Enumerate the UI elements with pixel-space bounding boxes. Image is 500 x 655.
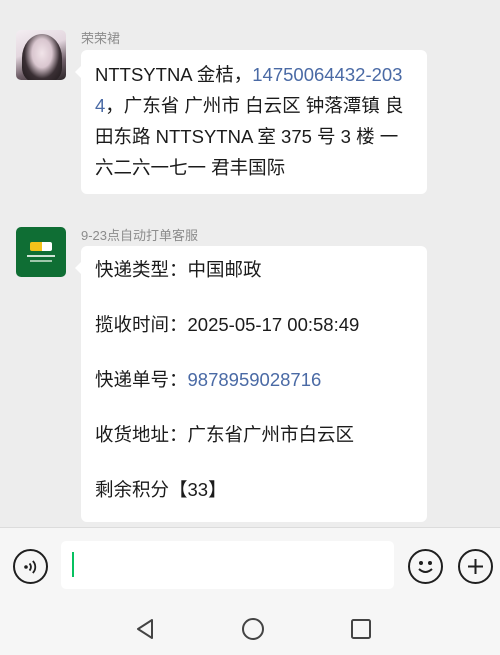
- emoji-icon[interactable]: [408, 549, 443, 584]
- logo-subtext-line: [30, 260, 52, 262]
- delivery-address-label: 收货地址：: [95, 424, 188, 445]
- remaining-points-row: 剩余积分【33】: [95, 479, 227, 500]
- delivery-address-value: 广东省广州市白云区: [187, 424, 355, 445]
- pickup-time-row: 揽收时间：2025-05-17 00:58:49: [95, 309, 415, 364]
- system-navigation-bar: [0, 605, 500, 655]
- message-bubble[interactable]: 快递类型：中国邮政 揽收时间：2025-05-17 00:58:49 快递单号：…: [75, 246, 427, 522]
- message-bubble[interactable]: NTTSYTNA 金桔，14750064432-2034，广东省 广州市 白云区…: [75, 50, 427, 194]
- pickup-time-value: 2025-05-17 00:58:49: [187, 314, 360, 335]
- plus-sign-icon: [468, 559, 483, 574]
- pickup-time-label: 揽收时间：: [95, 314, 188, 335]
- sender-name: 荣荣裙: [81, 31, 121, 46]
- tracking-number-label: 快递单号：: [95, 369, 188, 390]
- china-post-logo-icon: [30, 242, 52, 251]
- message-input[interactable]: [61, 541, 394, 589]
- avatar-portrait: [22, 34, 62, 80]
- tracking-number-row: 快递单号：9878959028716: [95, 364, 415, 419]
- china-post-logo-avatar[interactable]: [16, 227, 66, 277]
- logo-text-line: [27, 255, 55, 257]
- woman-portrait-avatar[interactable]: [16, 30, 66, 80]
- home-circle-icon[interactable]: [239, 615, 267, 643]
- voice-input-icon[interactable]: [13, 549, 48, 584]
- courier-type-label: 快递类型：: [95, 259, 188, 280]
- voice-waves-icon: [24, 560, 37, 574]
- chat-area[interactable]: 荣荣裙 NTTSYTNA 金桔，14750064432-2034，广东省 广州市…: [0, 0, 500, 527]
- input-bar: [0, 527, 500, 605]
- smiley-face-icon: [418, 561, 433, 573]
- delivery-address-row: 收货地址：广东省广州市白云区: [95, 419, 415, 474]
- courier-type-value: 中国邮政: [187, 259, 262, 280]
- address-text-prefix: NTTSYTNA 金桔，: [95, 64, 253, 85]
- sender-name: 9-23点自动打单客服: [81, 228, 199, 243]
- tracking-number-link[interactable]: 9878959028716: [188, 369, 322, 390]
- back-triangle-icon[interactable]: [131, 615, 159, 643]
- text-caret: [72, 552, 74, 577]
- message-text: NTTSYTNA 金桔，14750064432-2034，广东省 广州市 白云区…: [95, 59, 415, 183]
- address-text-suffix: ，广东省 广州市 白云区 钟落潭镇 良田东路 NTTSYTNA 室 375 号 …: [95, 95, 404, 178]
- recent-apps-square-icon[interactable]: [347, 615, 375, 643]
- courier-type-row: 快递类型：中国邮政: [95, 254, 415, 309]
- plus-icon[interactable]: [458, 549, 493, 584]
